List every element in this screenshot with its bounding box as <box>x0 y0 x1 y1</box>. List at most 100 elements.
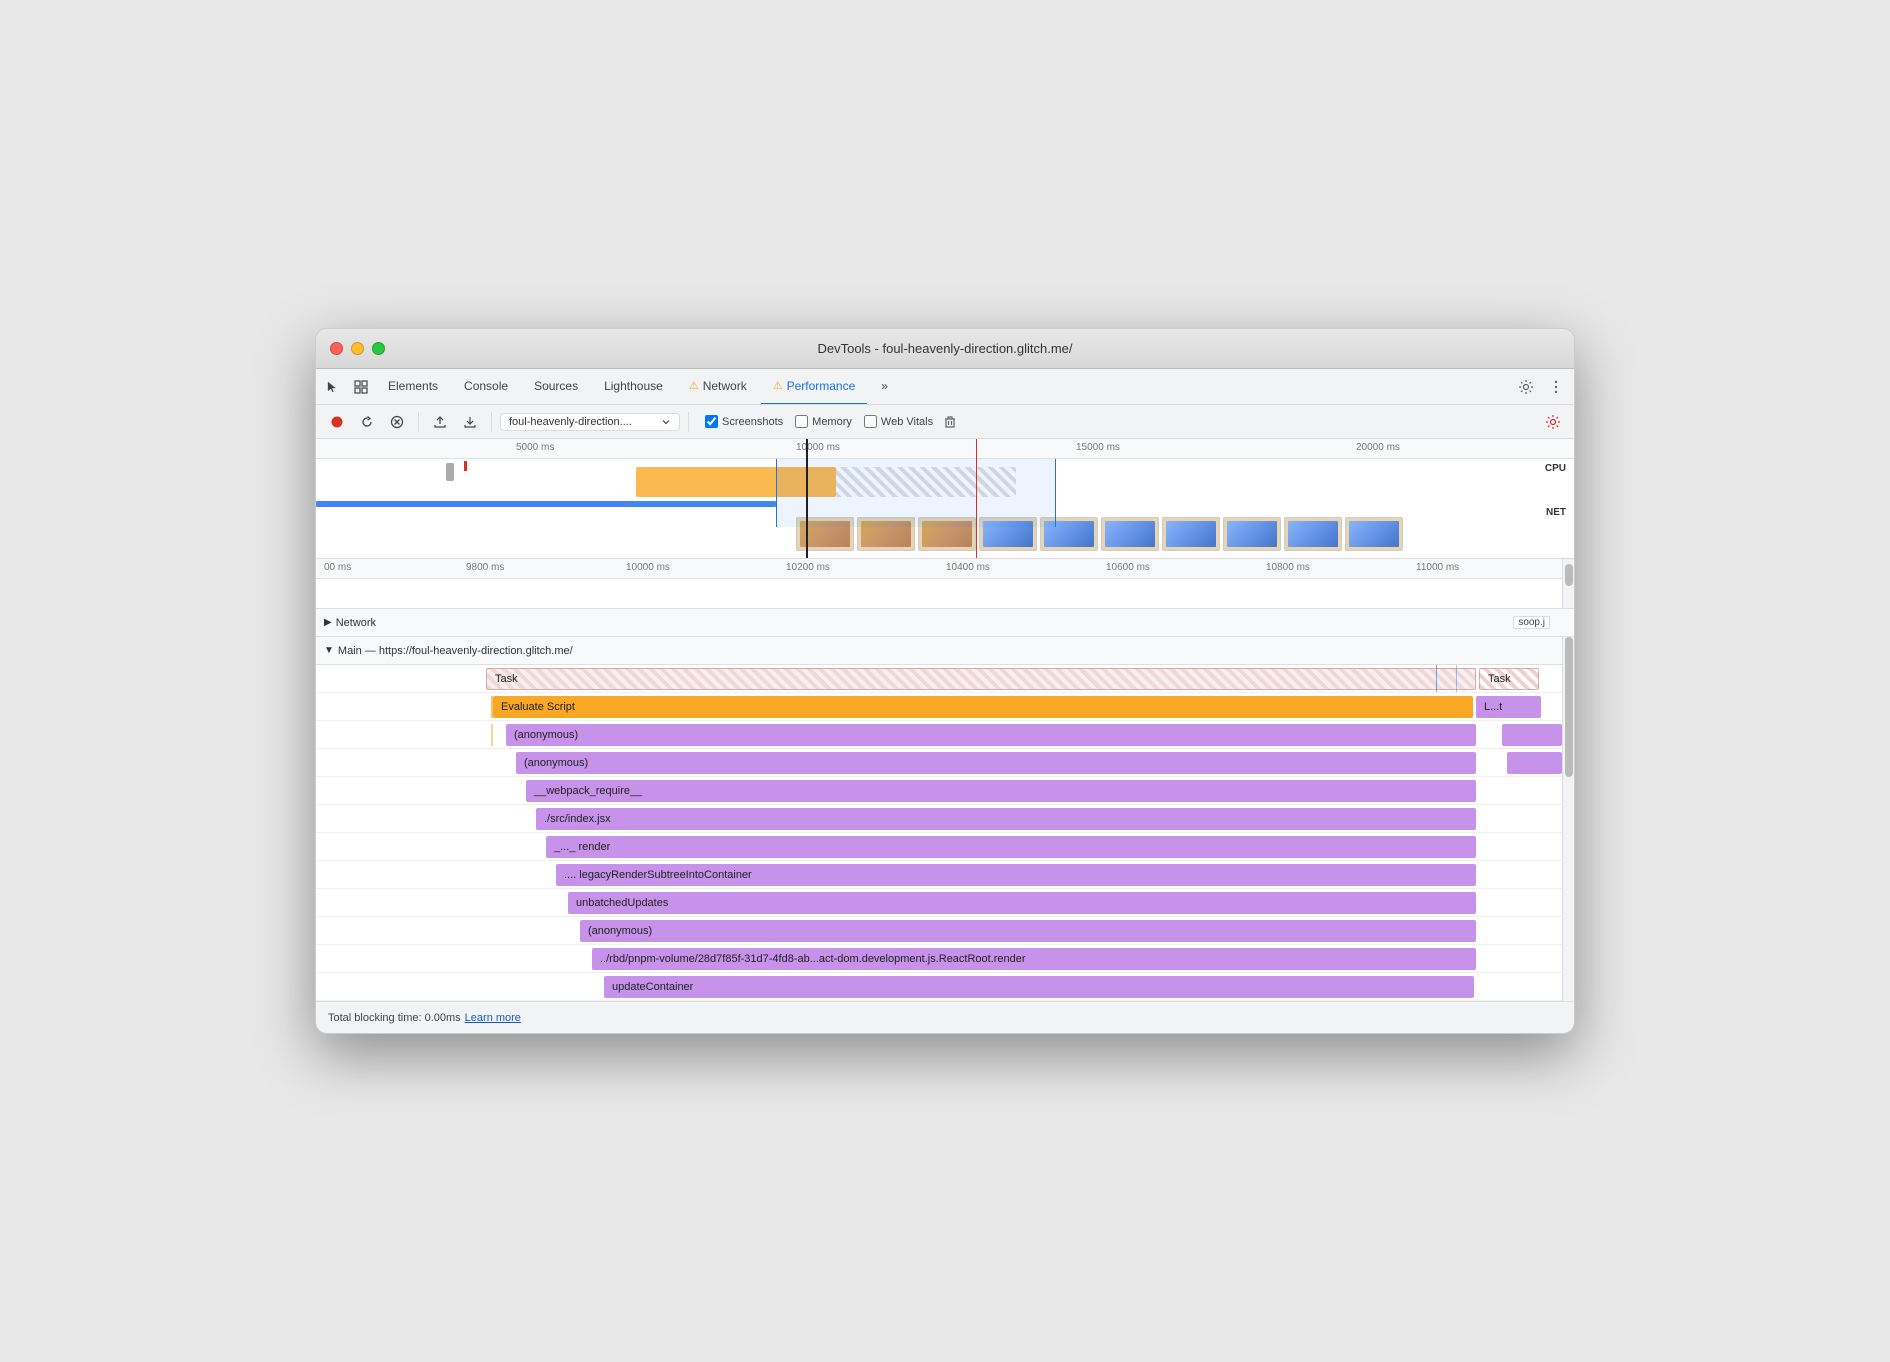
screenshot-row <box>796 517 1403 551</box>
screenshot-4 <box>979 517 1037 551</box>
refresh-record-button[interactable] <box>354 409 380 435</box>
network-warn-icon: ⚠ <box>689 379 699 392</box>
flame-scrollbar-thumb[interactable] <box>1565 637 1573 777</box>
upload-button[interactable] <box>427 409 453 435</box>
main-arrow-icon: ▼ <box>324 645 334 656</box>
zoom-ruler: 00 ms 9800 ms 10000 ms 10200 ms 10400 ms… <box>316 559 1574 579</box>
rbd-bar: ../rbd/pnpm-volume/28d7f85f-31d7-4fd8-ab… <box>592 948 1476 970</box>
flame-row-anon1[interactable]: (anonymous) <box>316 721 1574 749</box>
performance-warn-icon: ⚠ <box>773 379 783 392</box>
performance-toolbar: foul-heavenly-direction.... Screenshots … <box>316 405 1574 439</box>
record-button[interactable] <box>324 409 350 435</box>
memory-checkbox[interactable]: Memory <box>795 415 852 428</box>
screenshots-checkbox[interactable]: Screenshots <box>705 415 783 428</box>
learn-more-link[interactable]: Learn more <box>465 1012 521 1024</box>
anon3-bar: (anonymous) <box>580 920 1476 942</box>
window-controls <box>330 342 385 355</box>
anon1-indent-bar <box>491 724 493 746</box>
evaluate-bar: Evaluate Script <box>493 696 1473 718</box>
updatecontainer-bar: updateContainer <box>604 976 1474 998</box>
settings-button[interactable] <box>1512 373 1540 401</box>
tab-lighthouse[interactable]: Lighthouse <box>592 369 675 405</box>
flame-row-legacy[interactable]: .... legacyRenderSubtreeIntoContainer <box>316 861 1574 889</box>
flame-scrollbar[interactable] <box>1562 637 1574 1001</box>
selection-marker-red <box>976 439 977 558</box>
tab-more[interactable]: » <box>869 369 900 405</box>
flame-row-unbatched[interactable]: unbatchedUpdates <box>316 889 1574 917</box>
cpu-red-marker <box>464 461 467 471</box>
download-button[interactable] <box>457 409 483 435</box>
cursor-icon[interactable] <box>320 374 346 400</box>
url-selector[interactable]: foul-heavenly-direction.... <box>500 413 680 431</box>
memory-input[interactable] <box>795 415 808 428</box>
selection-marker <box>806 439 808 558</box>
tick-10000: 10000 ms <box>796 442 840 453</box>
network-arrow-icon: ▶ <box>324 617 332 628</box>
flame-row-render[interactable]: _..._ render <box>316 833 1574 861</box>
zoom-tick-10000: 10000 ms <box>626 562 670 573</box>
tab-console[interactable]: Console <box>452 369 520 405</box>
v-marker-1 <box>1436 665 1437 692</box>
close-button[interactable] <box>330 342 343 355</box>
inspect-icon[interactable] <box>348 374 374 400</box>
cpu-hatch-bar <box>836 467 1016 497</box>
srcindex-bar: ./src/index.jsx <box>536 808 1476 830</box>
window-title: DevTools - foul-heavenly-direction.glitc… <box>817 341 1072 356</box>
v-scrollbar-thumb[interactable] <box>1565 564 1573 586</box>
anon2-bar: (anonymous) <box>516 752 1476 774</box>
flame-row-updatecontainer[interactable]: updateContainer <box>316 973 1574 1001</box>
settings-active-button[interactable] <box>1540 409 1566 435</box>
tick-20000: 20000 ms <box>1356 442 1400 453</box>
v-marker-2 <box>1456 665 1457 692</box>
zoom-tick-0: 00 ms <box>324 562 351 573</box>
net-area <box>316 507 1534 537</box>
flame-row-srcindex[interactable]: ./src/index.jsx <box>316 805 1574 833</box>
anon2-right-bar <box>1507 752 1562 774</box>
zoom-tick-11000: 11000 ms <box>1416 562 1459 573</box>
screenshots-input[interactable] <box>705 415 718 428</box>
network-section-header[interactable]: ▶ Network soop.j <box>316 609 1574 637</box>
tab-performance[interactable]: ⚠ Performance <box>761 369 868 405</box>
flame-row-task[interactable]: Task Task <box>316 665 1574 693</box>
menu-button[interactable] <box>1542 373 1570 401</box>
unbatched-bar: unbatchedUpdates <box>568 892 1476 914</box>
zoom-tick-10600: 10600 ms <box>1106 562 1150 573</box>
cpu-label: CPU <box>1545 463 1566 474</box>
separator-1 <box>418 412 419 432</box>
screenshot-10 <box>1345 517 1403 551</box>
flame-row-anon2[interactable]: (anonymous) <box>316 749 1574 777</box>
maximize-button[interactable] <box>372 342 385 355</box>
webvitals-checkbox[interactable]: Web Vitals <box>864 415 933 428</box>
task-bar: Task <box>486 668 1476 690</box>
tab-sources[interactable]: Sources <box>522 369 590 405</box>
tab-elements[interactable]: Elements <box>376 369 450 405</box>
zoom-tick-10800: 10800 ms <box>1266 562 1310 573</box>
cpu-area <box>316 459 1534 507</box>
screenshot-8 <box>1223 517 1281 551</box>
main-thread-header[interactable]: ▼ Main — https://foul-heavenly-direction… <box>316 637 1574 665</box>
cpu-spike <box>446 463 454 481</box>
total-blocking-time: Total blocking time: 0.00ms <box>328 1012 461 1024</box>
screenshot-9 <box>1284 517 1342 551</box>
zoom-tick-10400: 10400 ms <box>946 562 990 573</box>
minimize-button[interactable] <box>351 342 364 355</box>
flame-row-evaluate[interactable]: Evaluate Script L...t <box>316 693 1574 721</box>
net-label: NET <box>1546 507 1566 518</box>
devtools-panel: Elements Console Sources Lighthouse ⚠ Ne… <box>316 369 1574 1033</box>
flame-row-rbd[interactable]: ../rbd/pnpm-volume/28d7f85f-31d7-4fd8-ab… <box>316 945 1574 973</box>
anon1-bar: (anonymous) <box>506 724 1476 746</box>
network-badge: soop.j <box>1513 616 1550 629</box>
main-toolbar: Elements Console Sources Lighthouse ⚠ Ne… <box>316 369 1574 405</box>
legacy-bar: .... legacyRenderSubtreeIntoContainer <box>556 864 1476 886</box>
webpack-bar: __webpack_require__ <box>526 780 1476 802</box>
delete-button[interactable] <box>937 409 963 435</box>
tab-network[interactable]: ⚠ Network <box>677 369 759 405</box>
flame-row-webpack[interactable]: __webpack_require__ <box>316 777 1574 805</box>
flame-row-anon3[interactable]: (anonymous) <box>316 917 1574 945</box>
separator-3 <box>688 412 689 432</box>
webvitals-input[interactable] <box>864 415 877 428</box>
v-scrollbar[interactable] <box>1562 559 1574 608</box>
timeline-overview[interactable]: 5000 ms 10000 ms 15000 ms 20000 ms CPU N… <box>316 439 1574 559</box>
clear-button[interactable] <box>384 409 410 435</box>
zoom-tick-9800: 9800 ms <box>466 562 504 573</box>
